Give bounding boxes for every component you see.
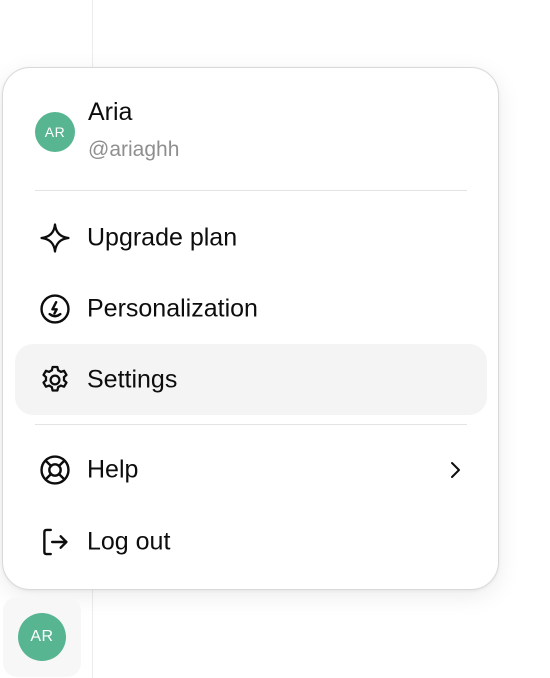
avatar: AR	[18, 613, 66, 661]
menu-divider	[35, 190, 467, 191]
menu-item-label: Help	[87, 455, 139, 483]
avatar-initials: AR	[44, 124, 66, 140]
menu-item-personalization[interactable]: Personalization	[15, 273, 487, 344]
menu-item-log-out[interactable]: Log out	[15, 506, 487, 577]
avatar: AR	[35, 112, 75, 152]
profile-handle: @ariaghh	[88, 138, 180, 161]
menu-item-label: Settings	[87, 365, 178, 393]
app-stage: AR Aria @ariaghh Upgrade plan Personaliz…	[0, 0, 550, 678]
personalization-icon	[37, 291, 73, 327]
avatar-initials: AR	[30, 628, 54, 645]
menu-item-label: Personalization	[87, 294, 258, 322]
menu-item-upgrade-plan[interactable]: Upgrade plan	[15, 202, 487, 273]
lifebuoy-icon	[37, 452, 73, 488]
logout-icon	[37, 524, 73, 560]
account-button[interactable]: AR	[3, 597, 81, 677]
menu-item-settings[interactable]: Settings	[15, 344, 487, 415]
menu-divider	[35, 424, 467, 425]
sparkle-icon	[37, 220, 73, 256]
menu-item-label: Log out	[87, 527, 171, 555]
profile-header: AR Aria @ariaghh	[3, 68, 498, 191]
menu-item-help[interactable]: Help	[15, 434, 487, 505]
chevron-right-icon	[451, 461, 460, 478]
menu-item-label: Upgrade plan	[87, 223, 238, 251]
gear-icon	[37, 362, 73, 398]
account-menu: AR Aria @ariaghh Upgrade plan Personaliz…	[2, 67, 499, 590]
profile-name: Aria	[88, 98, 133, 126]
